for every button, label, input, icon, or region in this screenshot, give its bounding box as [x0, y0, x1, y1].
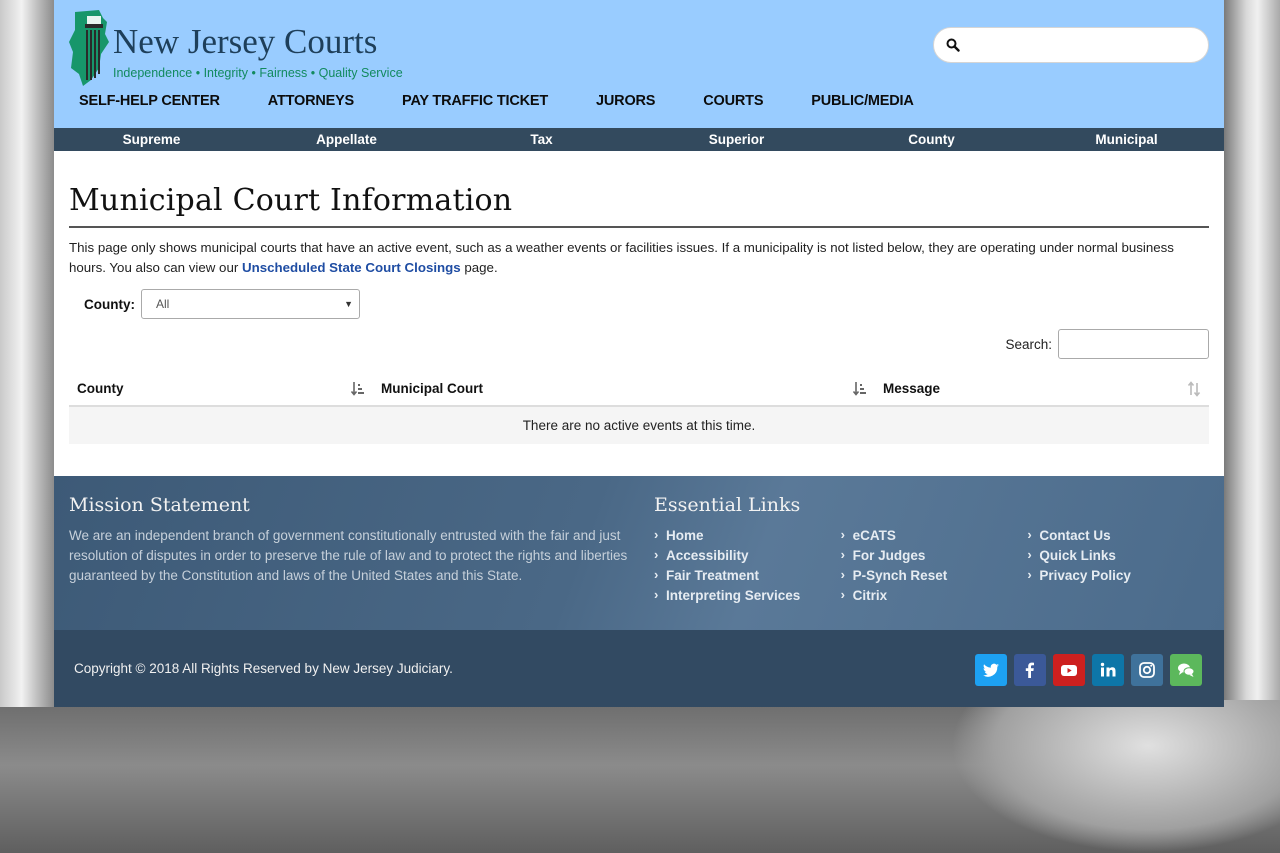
column-header-label: Message [883, 381, 941, 396]
county-select-value: All [156, 297, 170, 311]
nav-public-media[interactable]: PUBLIC/MEDIA [811, 93, 914, 109]
link-column: Home Accessibility Fair Treatment Interp… [654, 525, 841, 606]
nav-pay-traffic-ticket[interactable]: PAY TRAFFIC TICKET [402, 93, 548, 109]
nav-jurors[interactable]: JURORS [596, 93, 655, 109]
sort-icon [351, 382, 364, 396]
instagram-icon[interactable] [1131, 654, 1163, 686]
footer-link-for-judges[interactable]: For Judges [841, 545, 1028, 566]
footer-link-privacy-policy[interactable]: Privacy Policy [1027, 565, 1214, 586]
column-header-municipal-court[interactable]: Municipal Court [373, 372, 875, 407]
social-links [968, 654, 1202, 686]
facebook-icon[interactable] [1014, 654, 1046, 686]
mission-heading: Mission Statement [69, 494, 250, 516]
site-footer: Mission Statement We are an independent … [54, 476, 1224, 630]
intro-text: This page only shows municipal courts th… [69, 238, 1209, 278]
nav-attorneys[interactable]: ATTORNEYS [268, 93, 354, 109]
footer-link-accessibility[interactable]: Accessibility [654, 545, 841, 566]
court-nav-municipal[interactable]: Municipal [1029, 128, 1224, 151]
county-select[interactable]: All ▼ [141, 289, 360, 319]
footer-link-p-synch-reset[interactable]: P-Synch Reset [841, 565, 1028, 586]
empty-table-message: There are no active events at this time. [69, 406, 1209, 444]
copyright-bar: Copyright © 2018 All Rights Reserved by … [54, 630, 1224, 707]
site-search-input[interactable] [968, 34, 1198, 58]
essential-links: Essential Links Home Accessibility Fair … [654, 494, 1214, 606]
column-header-label: Municipal Court [381, 381, 483, 396]
footer-link-contact-us[interactable]: Contact Us [1027, 525, 1214, 546]
events-table: County Municipal Court Message There are… [69, 372, 1209, 444]
linkedin-icon[interactable] [1092, 654, 1124, 686]
footer-link-citrix[interactable]: Citrix [841, 585, 1028, 606]
nav-self-help-center[interactable]: SELF-HELP CENTER [79, 93, 220, 109]
court-nav-superior[interactable]: Superior [639, 128, 834, 151]
mission-statement: Mission Statement We are an independent … [69, 494, 629, 586]
table-search: Search: [1005, 329, 1209, 359]
site-search [933, 27, 1209, 63]
mission-text: We are an independent branch of governme… [69, 528, 628, 583]
twitter-icon[interactable] [975, 654, 1007, 686]
footer-link-interpreting-services[interactable]: Interpreting Services [654, 585, 841, 606]
essential-links-heading: Essential Links [654, 494, 801, 516]
court-nav: Supreme Appellate Tax Superior County Mu… [54, 128, 1224, 151]
chevron-down-icon: ▼ [344, 299, 353, 309]
youtube-icon[interactable] [1053, 654, 1085, 686]
nav-courts[interactable]: COURTS [703, 93, 763, 109]
column-header-message[interactable]: Message [875, 372, 1209, 407]
column-header-label: County [77, 381, 124, 396]
logo-tagline: Independence • Integrity • Fairness • Qu… [113, 66, 403, 80]
logo-mark-icon [69, 10, 109, 86]
column-header-county[interactable]: County [69, 372, 373, 407]
site-logo[interactable]: New Jersey Courts Independence • Integri… [69, 8, 403, 86]
logo-title: New Jersey Courts [113, 22, 378, 61]
main-nav: SELF-HELP CENTER ATTORNEYS PAY TRAFFIC T… [79, 93, 962, 109]
county-filter-label: County: [84, 296, 135, 312]
court-nav-appellate[interactable]: Appellate [249, 128, 444, 151]
footer-link-home[interactable]: Home [654, 525, 841, 546]
footer-link-quick-links[interactable]: Quick Links [1027, 545, 1214, 566]
court-nav-tax[interactable]: Tax [444, 128, 639, 151]
search-icon[interactable] [946, 38, 960, 52]
sort-icon [1187, 381, 1201, 397]
table-row: There are no active events at this time. [69, 406, 1209, 444]
link-column: Contact Us Quick Links Privacy Policy [1027, 525, 1214, 606]
footer-link-ecats[interactable]: eCATS [841, 525, 1028, 546]
table-search-label: Search: [1005, 336, 1052, 352]
intro-text-end: page. [460, 260, 498, 275]
table-search-input[interactable] [1058, 329, 1209, 359]
county-filter: County: All ▼ [84, 289, 360, 319]
page-title: Municipal Court Information [69, 151, 1209, 228]
copyright-text: Copyright © 2018 All Rights Reserved by … [74, 661, 453, 676]
intro-text-start: This page only shows municipal courts th… [69, 240, 1174, 275]
background-column-base [950, 700, 1280, 853]
court-nav-county[interactable]: County [834, 128, 1029, 151]
site-header: New Jersey Courts Independence • Integri… [54, 0, 1224, 128]
chat-icon[interactable] [1170, 654, 1202, 686]
sort-icon [853, 382, 866, 396]
link-column: eCATS For Judges P-Synch Reset Citrix [841, 525, 1028, 606]
unscheduled-closings-link[interactable]: Unscheduled State Court Closings [242, 260, 461, 275]
court-nav-supreme[interactable]: Supreme [54, 128, 249, 151]
page-container: New Jersey Courts Independence • Integri… [54, 0, 1224, 707]
footer-link-fair-treatment[interactable]: Fair Treatment [654, 565, 841, 586]
table-header-row: County Municipal Court Message [69, 372, 1209, 407]
